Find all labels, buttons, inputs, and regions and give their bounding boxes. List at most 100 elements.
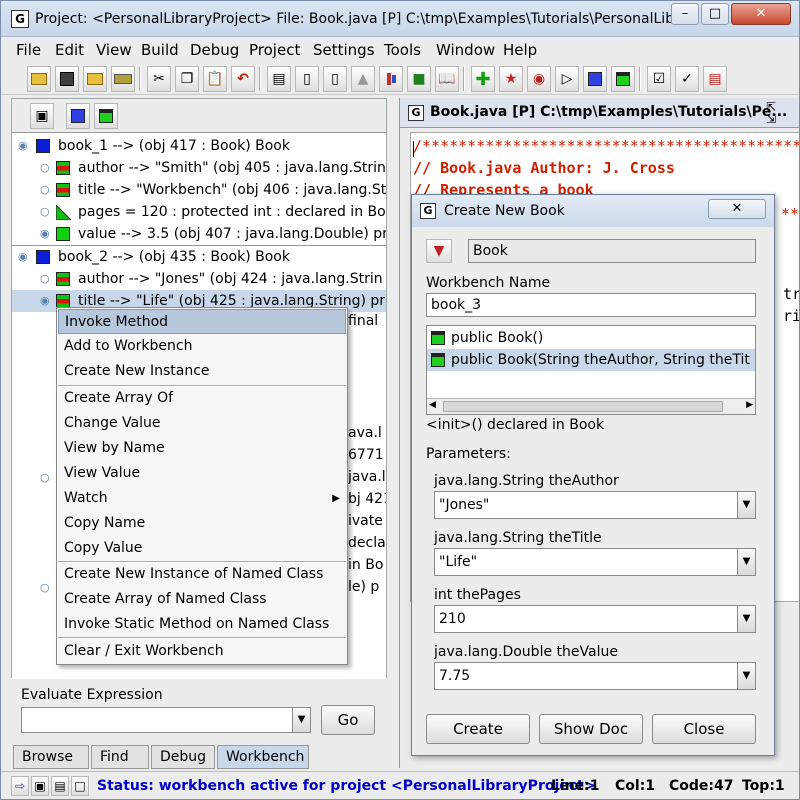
menu-view[interactable]: View [96,41,132,59]
tab-workbench[interactable]: Workbench [217,745,309,769]
red-document-icon[interactable]: ▤ [703,66,727,92]
menu-item-view-value[interactable]: View Value [58,461,346,486]
param-input-pages[interactable]: 210 ▼ [434,605,756,633]
title-bar[interactable]: G Project: <PersonalLibraryProject> File… [1,1,799,37]
green-square-icon[interactable] [94,103,118,129]
book-icon[interactable]: 📖 [435,66,459,92]
menu-item-watch[interactable]: Watch ▶ [58,486,346,511]
scroll-right-icon[interactable]: ▶ [746,400,753,410]
tree-item[interactable]: ○ pages = 120 : protected int : declared… [12,201,386,223]
blue-square-icon[interactable] [66,103,90,129]
dropdown-arrow-icon[interactable]: ▼ [292,708,310,732]
menu-tools[interactable]: Tools [384,41,421,59]
scroll-left-icon[interactable]: ◀ [429,400,436,410]
menu-project[interactable]: Project [249,41,300,59]
document-icon[interactable]: ▤ [267,66,291,92]
pin-icon[interactable]: ▲ [351,66,375,92]
close-button[interactable]: Close [652,714,756,744]
maximize-button[interactable]: □ [701,3,729,25]
easel-icon[interactable]: ▣ [30,103,54,129]
debug-bug-icon[interactable]: ◉ [527,66,551,92]
tree-item[interactable]: ○ author --> "Smith" (obj 405 : java.lan… [12,157,386,179]
show-doc-button[interactable]: Show Doc [539,714,643,744]
menu-file[interactable]: File [16,41,41,59]
constructor-item[interactable]: public Book() [427,327,755,349]
blank-page-icon[interactable]: ▯ [323,66,347,92]
tree-item[interactable]: ○ title --> "Workbench" (obj 406 : java.… [12,179,386,201]
tree-diagram-icon[interactable]: ■ [407,66,431,92]
tree-item[interactable]: ○ author --> "Jones" (obj 424 : java.lan… [12,268,386,290]
menu-item-create-new-instance[interactable]: Create New Instance [58,359,346,384]
check-icon[interactable]: ✓ [675,66,699,92]
restore-editor-icon[interactable]: ⇲ [766,112,776,126]
tree-expand-knob-icon[interactable]: ◉ [18,140,28,151]
open-folder-icon[interactable] [27,66,51,92]
dropdown-arrow-icon[interactable]: ▼ [737,549,755,575]
menu-item-create-array-of[interactable]: Create Array Of [58,386,346,411]
menu-item-create-array-named-class[interactable]: Create Array of Named Class [58,587,346,612]
menu-item-view-by-name[interactable]: View by Name [58,436,346,461]
dropdown-arrow-icon[interactable]: ▼ [737,663,755,689]
dropdown-arrow-icon[interactable]: ▼ [737,606,755,632]
paste-icon[interactable]: 📋 [203,66,227,92]
save-icon[interactable] [55,66,79,92]
tree-expand-knob-icon[interactable]: ◉ [18,251,28,262]
add-green-icon[interactable]: ✚ [471,66,495,92]
menu-help[interactable]: Help [503,41,537,59]
menu-window[interactable]: Window [436,41,495,59]
minimize-button[interactable]: – [671,3,699,25]
tab-debug[interactable]: Debug [151,745,215,769]
param-input-title[interactable]: "Life" ▼ [434,548,756,576]
presentation-icon[interactable]: ▷ [555,66,579,92]
menu-item-clear-exit-workbench[interactable]: Clear / Exit Workbench [58,639,346,664]
menu-settings[interactable]: Settings [313,41,375,59]
menu-build[interactable]: Build [141,41,179,59]
menu-debug[interactable]: Debug [190,41,239,59]
cut-icon[interactable]: ✂ [147,66,171,92]
tab-find[interactable]: Find [91,745,149,769]
bar-chart-icon[interactable] [379,66,403,92]
tree-expand-knob-icon[interactable]: ◉ [40,295,50,306]
menu-item-create-new-instance-named-class[interactable]: Create New Instance of Named Class [58,562,346,587]
tree-expand-knob-icon[interactable]: ◉ [40,228,50,239]
param-input-value[interactable]: 7.75 ▼ [434,662,756,690]
run-figure-icon[interactable]: ★ [499,66,523,92]
dropdown-arrow-icon[interactable]: ▼ [737,492,755,518]
menu-item-invoke-static-method[interactable]: Invoke Static Method on Named Class [58,612,346,637]
constructor-item-selected[interactable]: public Book(String theAuthor, String the… [427,349,755,371]
blue-square-icon[interactable] [583,66,607,92]
green-square-icon[interactable] [611,66,635,92]
status-window-icon[interactable]: ▣ [31,776,49,796]
tree-item[interactable]: ◉ book_1 --> (obj 417 : Book) Book [12,135,386,157]
copy-icon[interactable]: ❐ [175,66,199,92]
dialog-close-button[interactable]: ✕ [708,199,766,219]
menu-item-add-to-workbench[interactable]: Add to Workbench [58,334,346,359]
param-input-author[interactable]: "Jones" ▼ [434,491,756,519]
scroll-thumb[interactable] [443,401,723,412]
status-link-icon[interactable]: ⇨ [11,776,29,796]
menu-item-copy-name[interactable]: Copy Name [58,511,346,536]
go-button[interactable]: Go [321,705,375,735]
tree-item[interactable]: ◉ book_2 --> (obj 435 : Book) Book [12,246,386,268]
menu-item-change-value[interactable]: Change Value [58,411,346,436]
print-icon[interactable] [111,66,135,92]
status-list-icon[interactable]: ▤ [51,776,69,796]
close-window-button[interactable]: ✕ [731,3,791,25]
tree-partial-text: bj 421 [348,491,386,507]
tree-item[interactable]: ◉ value --> 3.5 (obj 407 : java.lang.Dou… [12,223,386,245]
menu-item-invoke-method[interactable]: Invoke Method [58,309,346,334]
checklist-icon[interactable]: ☑ [647,66,671,92]
horizontal-scrollbar[interactable]: ◀ ▶ [427,398,755,414]
evaluate-expression-input[interactable]: ▼ [21,707,311,733]
workbench-name-input[interactable]: book_3 [426,293,756,317]
dialog-title-bar[interactable]: G Create New Book ✕ [412,195,774,227]
project-folder-icon[interactable] [83,66,107,92]
pin-icon[interactable]: ▼ [426,239,452,263]
menu-edit[interactable]: Edit [55,41,84,59]
status-blank-icon[interactable]: □ [71,776,89,796]
undo-icon[interactable]: ↶ [231,66,255,92]
menu-item-copy-value[interactable]: Copy Value [58,536,346,561]
create-button[interactable]: Create [426,714,530,744]
page-icon[interactable]: ▯ [295,66,319,92]
tab-browse[interactable]: Browse [13,745,89,769]
